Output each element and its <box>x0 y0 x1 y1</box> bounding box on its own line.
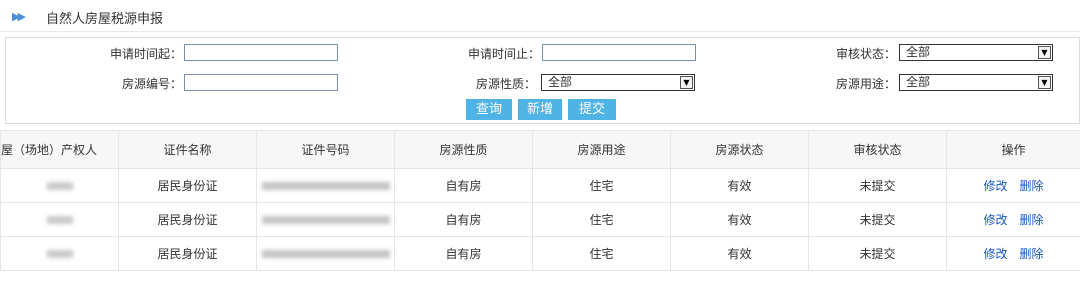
redacted-owner <box>46 249 73 258</box>
column-header-house-nature: 房源性质 <box>394 130 533 169</box>
actions-cell: 修改 删除 <box>946 236 1080 271</box>
house-use-value: 全部 <box>906 75 931 89</box>
query-button[interactable]: 查询 <box>466 99 512 120</box>
table-header-row: 屋（场地）产权人 证件名称 证件号码 房源性质 房源用途 房源状态 审核状态 操… <box>0 130 1080 169</box>
audit-status-cell: 未提交 <box>808 202 947 237</box>
chevron-down-icon: ▼ <box>680 76 693 89</box>
cert-number-cell <box>256 168 395 203</box>
delete-link[interactable]: 删除 <box>1020 213 1044 227</box>
column-header-cert-number: 证件号码 <box>256 130 395 169</box>
apply-time-end-input[interactable] <box>542 44 696 61</box>
redacted-owner <box>46 181 73 190</box>
owner-cell <box>0 168 119 203</box>
cert-name-cell: 居民身份证 <box>118 168 257 203</box>
cert-number-cell <box>256 236 395 271</box>
redacted-owner <box>46 215 73 224</box>
house-use-label: 房源用途： <box>835 77 896 91</box>
edit-link[interactable]: 修改 <box>983 213 1007 227</box>
audit-status-cell: 未提交 <box>808 236 947 271</box>
house-status-cell: 有效 <box>670 236 809 271</box>
owner-cell <box>0 236 119 271</box>
house-nature-label: 房源性质： <box>475 77 536 91</box>
edit-link[interactable]: 修改 <box>983 247 1007 261</box>
house-use-cell: 住宅 <box>532 202 671 237</box>
house-use-select[interactable]: 全部 ▼ <box>899 74 1053 91</box>
page-header: ▶▶ 自然人房屋税源申报 <box>0 0 1080 32</box>
house-nature-select[interactable]: 全部 ▼ <box>541 74 695 91</box>
redacted-cert-number <box>261 249 390 258</box>
apply-time-start-input[interactable] <box>184 44 338 61</box>
cert-number-cell <box>256 202 395 237</box>
house-use-cell: 住宅 <box>532 236 671 271</box>
house-use-cell: 住宅 <box>532 168 671 203</box>
redacted-cert-number <box>261 215 390 224</box>
house-status-cell: 有效 <box>670 168 809 203</box>
house-nature-value: 全部 <box>548 75 573 89</box>
delete-link[interactable]: 删除 <box>1020 179 1044 193</box>
house-nature-cell: 自有房 <box>394 202 533 237</box>
house-no-label: 房源编号： <box>121 77 182 91</box>
cert-name-cell: 居民身份证 <box>118 236 257 271</box>
house-source-table: 屋（场地）产权人 证件名称 证件号码 房源性质 房源用途 房源状态 审核状态 操… <box>0 130 1080 271</box>
table-row: 居民身份证 自有房 住宅 有效 未提交 修改 删除 <box>0 202 1080 237</box>
column-header-audit-status: 审核状态 <box>808 130 947 169</box>
audit-status-value: 全部 <box>906 45 931 59</box>
chevron-down-icon: ▼ <box>1038 76 1051 89</box>
double-chevron-right-icon: ▶▶ <box>12 10 26 23</box>
table-row: 居民身份证 自有房 住宅 有效 未提交 修改 删除 <box>0 236 1080 271</box>
apply-time-end-label: 申请时间止： <box>467 47 540 61</box>
apply-time-start-label: 申请时间起： <box>109 47 182 61</box>
table-row: 居民身份证 自有房 住宅 有效 未提交 修改 删除 <box>0 168 1080 203</box>
column-header-cert-name: 证件名称 <box>118 130 257 169</box>
audit-status-label: 审核状态： <box>835 47 896 61</box>
add-button[interactable]: 新增 <box>518 99 562 120</box>
house-status-cell: 有效 <box>670 202 809 237</box>
house-nature-cell: 自有房 <box>394 236 533 271</box>
column-header-house-status: 房源状态 <box>670 130 809 169</box>
house-nature-cell: 自有房 <box>394 168 533 203</box>
house-no-input[interactable] <box>184 74 338 91</box>
page-title: 自然人房屋税源申报 <box>46 12 164 27</box>
submit-button[interactable]: 提交 <box>568 99 616 120</box>
cert-name-cell: 居民身份证 <box>118 202 257 237</box>
column-header-house-use: 房源用途 <box>532 130 671 169</box>
redacted-cert-number <box>261 181 390 190</box>
actions-cell: 修改 删除 <box>946 168 1080 203</box>
chevron-down-icon: ▼ <box>1038 46 1051 59</box>
actions-cell: 修改 删除 <box>946 202 1080 237</box>
edit-link[interactable]: 修改 <box>983 179 1007 193</box>
audit-status-select[interactable]: 全部 ▼ <box>899 44 1053 61</box>
delete-link[interactable]: 删除 <box>1020 247 1044 261</box>
column-header-owner: 屋（场地）产权人 <box>0 130 119 169</box>
audit-status-cell: 未提交 <box>808 168 947 203</box>
column-header-actions: 操作 <box>946 130 1080 169</box>
owner-cell <box>0 202 119 237</box>
